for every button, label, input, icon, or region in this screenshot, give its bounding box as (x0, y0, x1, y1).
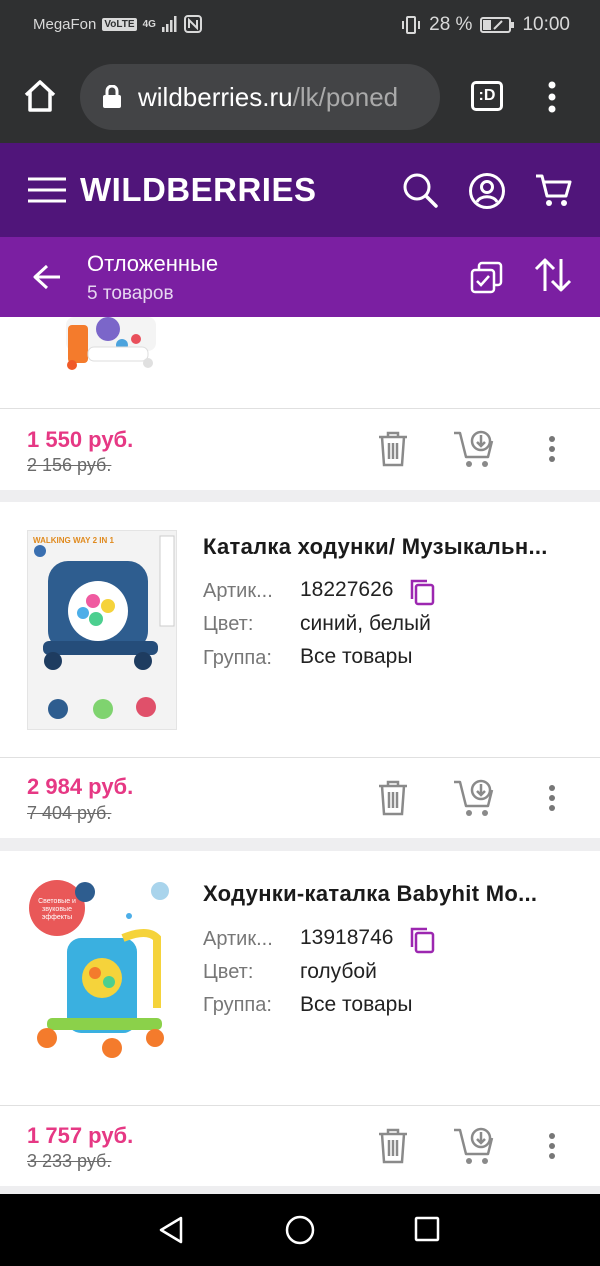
back-arrow-icon[interactable] (33, 264, 61, 290)
favorites-bar: Отложенные 5 товаров (0, 237, 600, 317)
tabs-label: :D (478, 87, 496, 104)
copy-icon[interactable] (408, 578, 436, 606)
signal-icon (161, 16, 177, 32)
product-card: 1 550 руб. 2 156 руб. (0, 317, 600, 490)
color-label: Цвет: (203, 613, 254, 635)
carrier-name: MegaFon (33, 15, 97, 33)
more-vert-icon[interactable] (545, 81, 559, 113)
product-image[interactable] (60, 317, 160, 371)
more-options-icon[interactable] (547, 1132, 557, 1160)
more-options-icon[interactable] (547, 784, 557, 812)
article-value: 18227626 (300, 578, 394, 601)
more-options-icon[interactable] (547, 435, 557, 463)
volte-badge: VoLTE (102, 17, 137, 31)
add-to-cart-icon[interactable] (453, 778, 495, 818)
product-image-caption: Световые и звуковые эффекты (38, 898, 76, 921)
home-icon[interactable] (22, 79, 58, 113)
nav-home-icon[interactable] (285, 1215, 315, 1245)
cart-icon[interactable] (534, 172, 572, 208)
product-name[interactable]: Ходунки-каталка Babyhit Mo... (203, 881, 573, 907)
menu-icon[interactable] (28, 176, 66, 204)
url-bar[interactable]: wildberries.ru/lk/poned (80, 64, 440, 130)
color-label: Цвет: (203, 961, 254, 983)
clock: 10:00 (522, 14, 570, 35)
trash-icon[interactable] (378, 780, 408, 816)
product-card: WALKING WAY 2 IN 1 Каталка ходунки/ Музы… (0, 502, 600, 838)
add-to-cart-icon[interactable] (453, 429, 495, 469)
product-image[interactable]: WALKING WAY 2 IN 1 (27, 530, 177, 730)
group-value: Все товары (300, 645, 413, 668)
product-card: Световые и звуковые эффекты Ходунки-ката… (0, 851, 600, 1186)
card-divider (0, 757, 600, 758)
battery-percent: 28 % (429, 14, 473, 35)
price-current: 1 550 руб. (27, 427, 134, 452)
group-label: Группа: (203, 647, 272, 669)
price-current: 1 757 руб. (27, 1123, 134, 1148)
vibrate-icon (402, 16, 421, 34)
site-header: WILDBERRIES (0, 143, 600, 237)
price-current: 2 984 руб. (27, 774, 134, 799)
url-path: /lk/poned (292, 81, 399, 112)
network-type: 4G (142, 18, 156, 30)
search-icon[interactable] (402, 172, 438, 208)
nav-recents-icon[interactable] (414, 1216, 440, 1242)
lock-icon (103, 85, 121, 108)
trash-icon[interactable] (378, 431, 408, 467)
site-logo[interactable]: WILDBERRIES (80, 171, 317, 209)
status-bar: MegaFon VoLTE 4G 28 % 10:00 (0, 0, 600, 50)
price-old: 3 233 руб. (27, 1151, 112, 1171)
product-name[interactable]: Каталка ходунки/ Музыкальн... (203, 534, 573, 560)
browser-toolbar: wildberries.ru/lk/poned :D (0, 50, 600, 143)
card-divider (0, 408, 600, 409)
article-label: Артик... (203, 580, 273, 602)
article-value: 13918746 (300, 926, 394, 949)
nav-back-icon[interactable] (158, 1216, 184, 1244)
page-title: Отложенные (87, 251, 219, 276)
color-value: синий, белый (300, 612, 431, 635)
add-to-cart-icon[interactable] (453, 1126, 495, 1166)
tabs-button[interactable]: :D (471, 81, 503, 111)
item-count: 5 товаров (87, 283, 174, 304)
group-value: Все товары (300, 993, 413, 1016)
url-domain: wildberries.ru (138, 81, 293, 112)
color-value: голубой (300, 960, 377, 983)
select-all-icon[interactable] (470, 261, 504, 295)
profile-icon[interactable] (468, 172, 506, 210)
trash-icon[interactable] (378, 1128, 408, 1164)
price-old: 7 404 руб. (27, 803, 112, 823)
nfc-icon (183, 15, 202, 33)
product-image[interactable]: Световые и звуковые эффекты (27, 878, 177, 1078)
copy-icon[interactable] (408, 926, 436, 954)
card-divider (0, 1105, 600, 1106)
article-label: Артик... (203, 928, 273, 950)
system-nav-bar (0, 1194, 600, 1266)
sort-icon[interactable] (534, 257, 572, 293)
price-old: 2 156 руб. (27, 455, 112, 475)
walker-illustration (34, 535, 175, 719)
group-label: Группа: (203, 994, 272, 1016)
battery-icon (480, 17, 515, 33)
